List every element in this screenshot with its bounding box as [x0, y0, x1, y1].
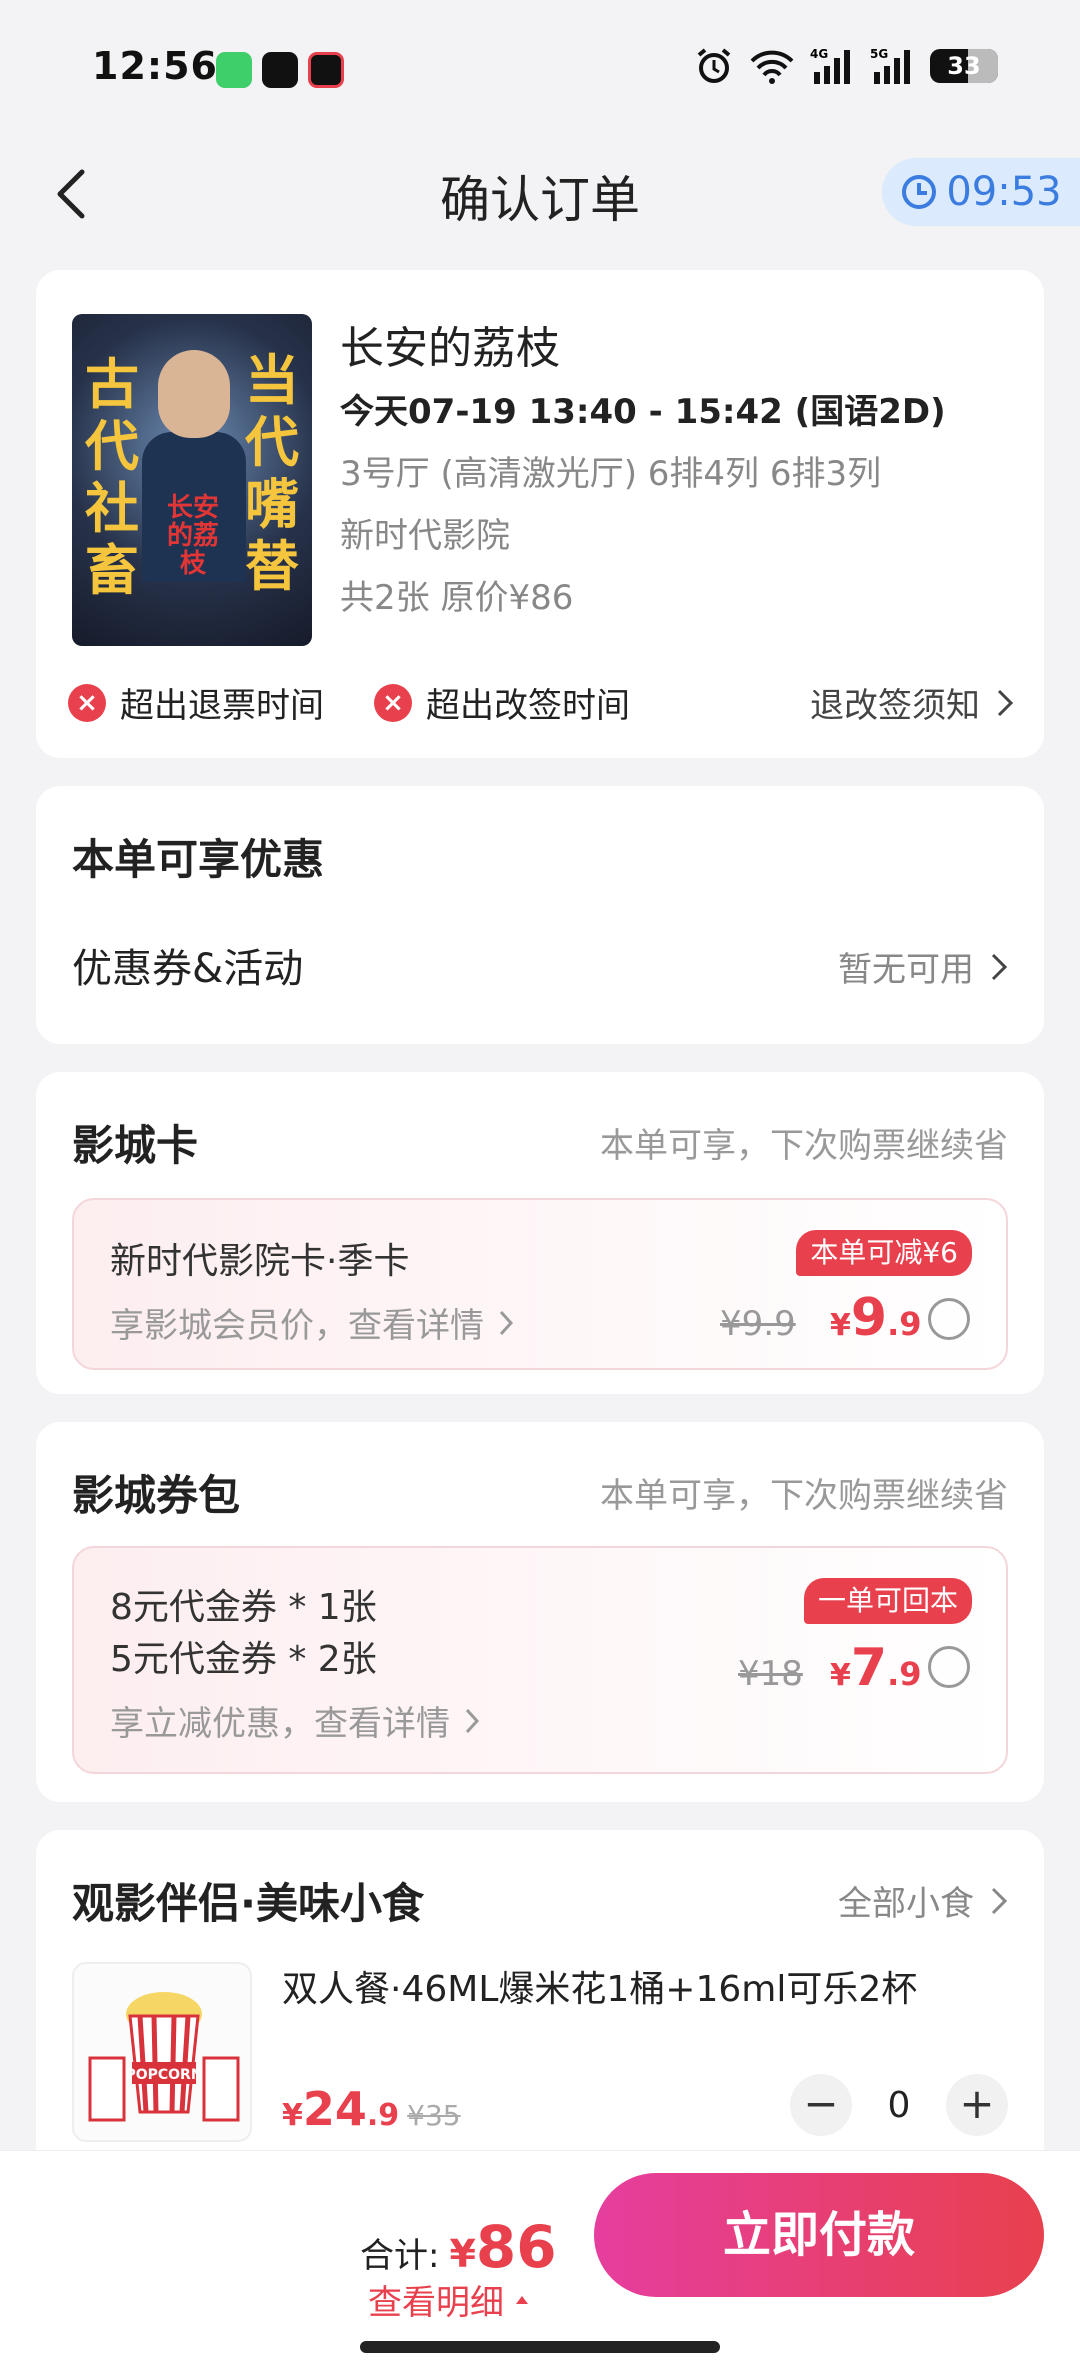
section-title: 影城卡	[72, 1121, 199, 1170]
all-snacks-link[interactable]: 全部小食	[838, 1876, 1008, 1925]
card-detail-link[interactable]: 享影城会员价，查看详情	[110, 1298, 514, 1347]
coupon-activity-row[interactable]: 暂无可用	[838, 942, 1008, 991]
timer-text: 09:53	[946, 169, 1062, 215]
coupon-line-2: 5元代金券 * 2张	[110, 1639, 377, 1680]
chevron-right-icon	[499, 1310, 514, 1335]
status-time: 12:56	[92, 44, 218, 88]
chevron-right-icon	[997, 689, 1014, 716]
coupon-detail-link[interactable]: 享立减优惠，查看详情	[110, 1696, 480, 1745]
decrement-button[interactable]: −	[790, 2074, 852, 2136]
original-price: ¥18	[738, 1654, 803, 1694]
snack-name: 双人餐·46ML爆米花1桶+16ml可乐2杯	[282, 1969, 918, 2010]
wechat-icon	[216, 52, 252, 88]
order-total: 合计: ¥ 86	[360, 2213, 557, 2281]
home-indicator	[360, 2341, 720, 2353]
coupon-pack-section: 影城券包 本单可享，下次购票继续省 8元代金券 * 1张 5元代金券 * 2张 …	[36, 1422, 1044, 1802]
coupon-pack-option[interactable]: 8元代金券 * 1张 5元代金券 * 2张 享立减优惠，查看详情 一单可回本 ¥…	[72, 1546, 1008, 1774]
cinema-card-option[interactable]: 新时代影院卡·季卡 享影城会员价，查看详情 本单可减¥6 ¥9.9 ¥9.9	[72, 1198, 1008, 1370]
snack-image: POPCORN	[72, 1962, 252, 2142]
chevron-right-icon	[465, 1708, 480, 1733]
movie-title: 长安的荔枝	[340, 323, 560, 374]
battery-icon: 33	[930, 49, 998, 83]
tiktok-icon	[262, 52, 298, 88]
discount-card: 本单可享优惠 优惠券&活动 暂无可用	[36, 786, 1044, 1044]
coupon-activity-label: 优惠券&活动	[72, 946, 304, 992]
refund-status: × 超出退票时间	[68, 678, 324, 727]
cinema-card-section: 影城卡 本单可享，下次购票继续省 新时代影院卡·季卡 享影城会员价，查看详情 本…	[36, 1072, 1044, 1394]
change-status: × 超出改签时间	[374, 678, 630, 727]
section-title: 本单可享优惠	[72, 835, 325, 884]
signal-4g-icon: 4G	[810, 47, 850, 84]
wifi-icon	[750, 50, 794, 84]
payback-badge: 一单可回本	[803, 1578, 972, 1624]
chevron-right-icon	[991, 1887, 1008, 1914]
caret-up-icon	[516, 2295, 528, 2304]
increment-button[interactable]: +	[946, 2074, 1008, 2136]
close-circle-icon: ×	[374, 683, 412, 722]
movie-card: 古代 社畜 当代 嘴替 长安的荔枝 长安的荔枝 今天07-19 13:40 - …	[36, 270, 1044, 758]
video-icon	[308, 52, 344, 88]
chevron-right-icon	[991, 953, 1008, 980]
status-bar: 12:56 4G 5G 33	[0, 0, 1080, 130]
cinema-name: 新时代影院	[340, 516, 510, 556]
snack-original-price: ¥35	[407, 2099, 461, 2132]
section-subtitle: 本单可享，下次购票继续省	[600, 1476, 1008, 1516]
pack-price: ¥7.9	[830, 1638, 922, 1698]
checkout-bar: 合计: ¥ 86 查看明细 立即付款	[0, 2150, 1080, 2373]
snack-price: ¥24.9 ¥35	[282, 2082, 461, 2136]
original-price: ¥9.9	[720, 1304, 796, 1344]
view-details-button[interactable]: 查看明细	[368, 2275, 530, 2324]
card-price: ¥9.9	[830, 1288, 922, 1348]
svg-text:4G: 4G	[810, 47, 828, 61]
section-subtitle: 本单可享，下次购票继续省	[600, 1126, 1008, 1166]
coupon-line-1: 8元代金券 * 1张	[110, 1587, 377, 1628]
savings-badge: 本单可减¥6	[796, 1230, 972, 1276]
alarm-icon	[697, 48, 731, 83]
card-name: 新时代影院卡·季卡	[110, 1241, 410, 1282]
snacks-section: 观影伴侣·美味小食 全部小食 POPCORN 双人餐·46ML爆米花1桶+16m…	[36, 1830, 1044, 2160]
pay-now-button[interactable]: 立即付款	[594, 2173, 1044, 2297]
select-radio[interactable]	[928, 1298, 970, 1340]
clock-icon	[902, 175, 937, 209]
close-circle-icon: ×	[68, 683, 106, 722]
refund-rules-link[interactable]: 退改签须知	[810, 678, 1014, 727]
nav-bar: 确认订单 09:53	[0, 140, 1080, 250]
showtime: 今天07-19 13:40 - 15:42 (国语2D)	[340, 392, 946, 432]
signal-5g-icon: 5G	[870, 47, 910, 84]
movie-poster: 古代 社畜 当代 嘴替 长安的荔枝	[72, 314, 312, 646]
select-radio[interactable]	[928, 1646, 970, 1688]
countdown-timer: 09:53	[882, 158, 1080, 226]
section-title: 观影伴侣·美味小食	[72, 1879, 424, 1928]
svg-text:5G: 5G	[870, 47, 888, 61]
quantity-value: 0	[887, 2084, 911, 2126]
hall-seats: 3号厅 (高清激光厅) 6排4列 6排3列	[340, 454, 882, 494]
ticket-count: 共2张 原价¥86	[340, 578, 574, 618]
section-title: 影城券包	[72, 1471, 241, 1520]
total-amount: 86	[475, 2213, 557, 2281]
poster-logo: 长安的荔枝	[166, 493, 219, 579]
quantity-stepper: − 0 +	[790, 2074, 1008, 2136]
svg-text:POPCORN: POPCORN	[125, 2067, 202, 2083]
